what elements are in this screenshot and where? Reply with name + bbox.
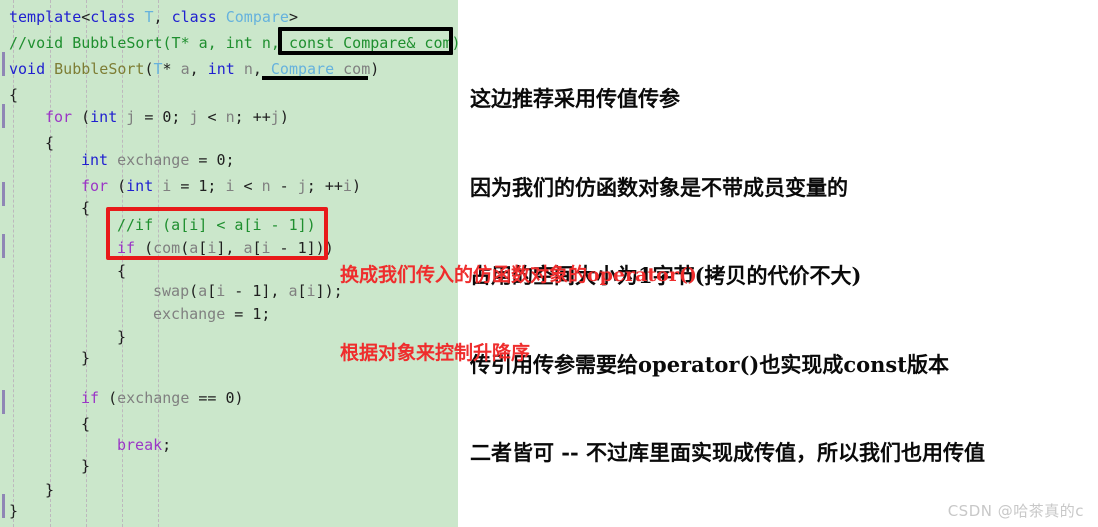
code-line[interactable]: } [0,453,458,479]
code-line-text: int exchange = 0; [81,151,235,169]
annotation-line: 换成我们传入的仿函数对象的operator() [340,264,697,286]
code-line[interactable]: void BubbleSort(T* a, int n, Compare com… [0,56,458,82]
black-underline-mark [262,76,368,80]
code-line-text: { [9,86,19,104]
code-line-text: { [81,415,91,433]
code-line[interactable]: int exchange = 0; [0,147,458,173]
code-line-text: } [117,328,127,346]
code-line-text: if (com(a[i], a[i - 1])) [117,239,334,257]
code-line-text: } [9,502,19,520]
code-line-text: template<class T, class Compare> [9,8,298,26]
annotation-line: 这边推荐采用传值传参 [470,86,680,111]
code-line[interactable]: } [0,498,458,524]
code-line-text: if (exchange == 0) [81,389,244,407]
code-line-text: } [81,457,91,475]
code-line-text: //if (a[i] < a[i - 1]) [117,216,316,234]
csdn-watermark: CSDN @哈茶真的c [947,502,1084,520]
code-line-text: } [81,349,91,367]
code-line[interactable]: //void BubbleSort(T* a, int n, const Com… [0,30,458,56]
code-line-text: for (int i = 1; i < n - j; ++i) [81,177,361,195]
code-line[interactable]: template<class T, class Compare> [0,4,458,30]
code-line-text: for (int j = 0; j < n; ++j) [45,108,289,126]
annotation-line: 根据对象来控制升降序 [340,342,531,364]
code-line-text: //void BubbleSort(T* a, int n, const Com… [9,34,458,52]
code-line-text: swap(a[i - 1], a[i]); [153,282,343,300]
code-line-text: exchange = 1; [153,305,271,323]
code-line-text: } [45,481,55,499]
code-line[interactable]: for (int j = 0; j < n; ++j) [0,104,458,130]
annotation-line: 二者皆可 -- 不过库里面实现成传值，所以我们也用传值 [470,440,986,465]
code-line-text: break; [117,436,172,454]
annotation-line: 因为我们的仿函数对象是不带成员变量的 [470,174,848,200]
red-annotation-note: 换成我们传入的仿函数对象的operator() 根据对象来控制升降序 [340,210,810,392]
